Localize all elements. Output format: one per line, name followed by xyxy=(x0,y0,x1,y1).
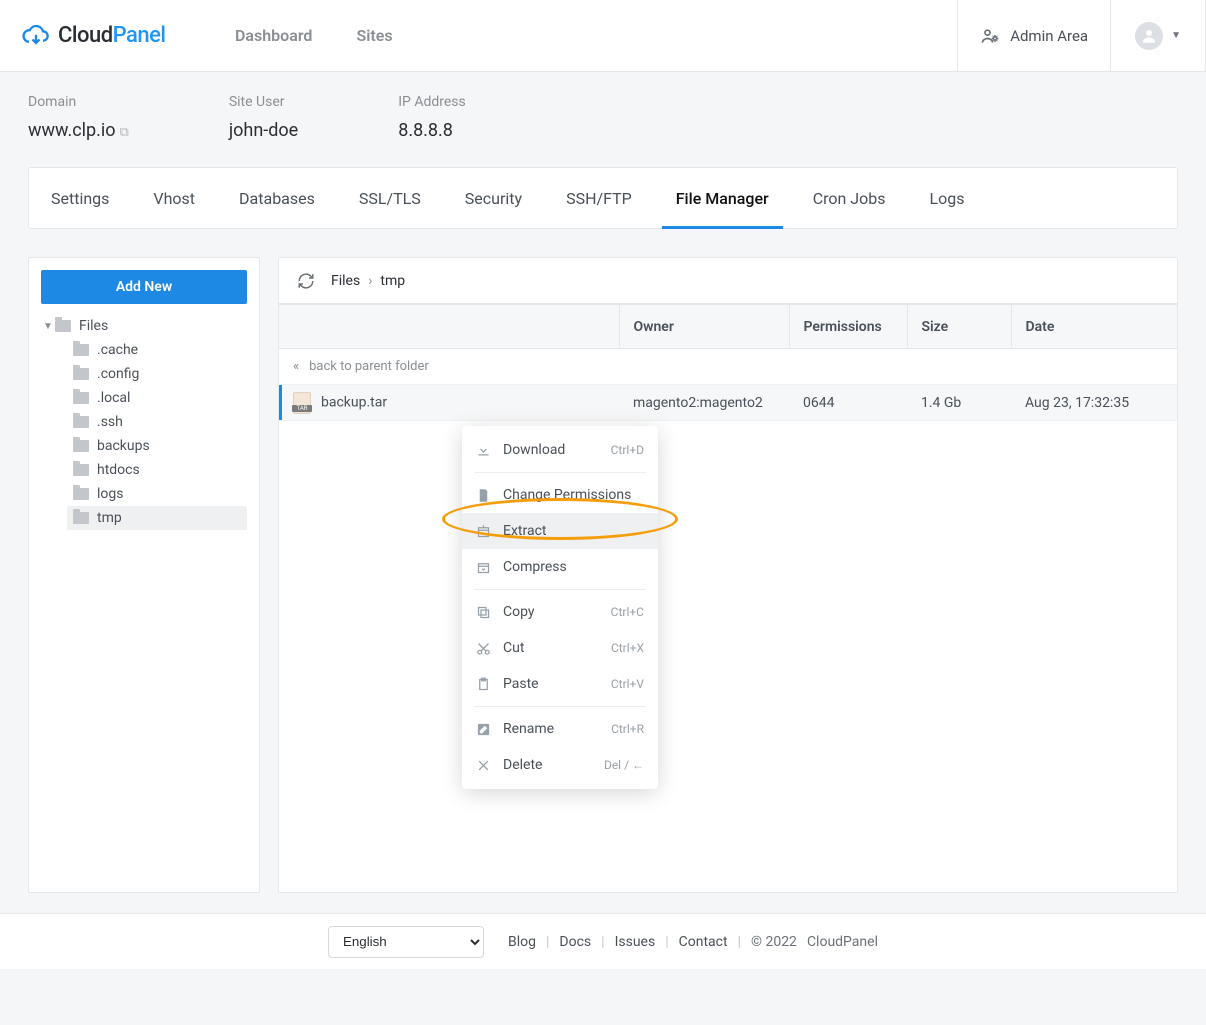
folder-icon xyxy=(73,464,89,476)
language-select[interactable]: English xyxy=(328,926,484,958)
tree-item-backups[interactable]: backups xyxy=(67,434,247,458)
col-owner[interactable]: Owner xyxy=(619,305,789,349)
col-date[interactable]: Date xyxy=(1011,305,1177,349)
file-table: Owner Permissions Size Date «back to par… xyxy=(279,304,1177,421)
crumb-files[interactable]: Files xyxy=(331,273,360,289)
site-tabs: Settings Vhost Databases SSL/TLS Securit… xyxy=(28,167,1178,229)
paste-icon xyxy=(476,677,491,692)
tree-item-config[interactable]: .config xyxy=(67,362,247,386)
folder-icon xyxy=(73,368,89,380)
footer-docs[interactable]: Docs xyxy=(559,934,591,950)
cut-icon xyxy=(476,641,491,656)
ctx-download[interactable]: DownloadCtrl+D xyxy=(462,432,658,468)
context-menu: DownloadCtrl+D Change Permissions Extrac… xyxy=(462,426,658,789)
brand-text: CloudPanel xyxy=(58,23,166,48)
chevron-down-icon: ▼ xyxy=(1171,30,1181,41)
crumb-tmp[interactable]: tmp xyxy=(380,273,405,289)
file-tree-sidebar: Add New ▼ Files .cache .config .local .s… xyxy=(28,257,260,893)
site-info: Domain www.clp.io⧉ Site User john-doe IP… xyxy=(28,94,1178,141)
col-name[interactable] xyxy=(279,305,619,349)
ctx-change-permissions[interactable]: Change Permissions xyxy=(462,477,658,513)
tree-root[interactable]: ▼ Files xyxy=(41,314,247,338)
rename-icon xyxy=(476,722,491,737)
footer-copyright: © 2022 xyxy=(751,934,797,950)
external-link-icon: ⧉ xyxy=(120,125,129,140)
folder-icon xyxy=(73,440,89,452)
tree-item-htdocs[interactable]: htdocs xyxy=(67,458,247,482)
ctx-rename[interactable]: RenameCtrl+R xyxy=(462,711,658,747)
tab-ssh[interactable]: SSH/FTP xyxy=(544,168,654,228)
folder-icon xyxy=(73,416,89,428)
ctx-delete[interactable]: DeleteDel / ← xyxy=(462,747,658,783)
domain-label: Domain xyxy=(28,94,129,110)
tree-item-tmp[interactable]: tmp xyxy=(67,506,247,530)
tree-item-ssh[interactable]: .ssh xyxy=(67,410,247,434)
chevron-down-icon: ▼ xyxy=(41,321,55,332)
footer-issues[interactable]: Issues xyxy=(615,934,656,950)
tar-file-icon xyxy=(293,392,311,414)
folder-icon xyxy=(73,392,89,404)
tab-vhost[interactable]: Vhost xyxy=(131,168,217,228)
back-to-parent-row[interactable]: «back to parent folder xyxy=(279,349,1177,385)
folder-icon xyxy=(55,320,71,332)
ip-value: 8.8.8.8 xyxy=(398,120,466,141)
extract-icon xyxy=(476,524,491,539)
file-panel: Files › tmp Owner Permissions Size Date xyxy=(278,257,1178,893)
folder-icon xyxy=(73,488,89,500)
footer-blog[interactable]: Blog xyxy=(508,934,536,950)
double-chevron-left-icon: « xyxy=(293,359,299,374)
tab-logs[interactable]: Logs xyxy=(908,168,987,228)
add-new-button[interactable]: Add New xyxy=(41,270,247,304)
folder-icon xyxy=(73,512,89,524)
tab-databases[interactable]: Databases xyxy=(217,168,337,228)
chevron-right-icon: › xyxy=(368,273,372,289)
copy-icon xyxy=(476,605,491,620)
footer-contact[interactable]: Contact xyxy=(679,934,728,950)
ctx-compress[interactable]: Compress xyxy=(462,549,658,585)
tree-item-logs[interactable]: logs xyxy=(67,482,247,506)
compress-icon xyxy=(476,560,491,575)
footer-product: CloudPanel xyxy=(807,934,878,950)
footer: English Blog| Docs| Issues| Contact| © 2… xyxy=(0,913,1206,969)
user-menu[interactable]: ▼ xyxy=(1110,0,1206,71)
breadcrumb: Files › tmp xyxy=(331,273,405,289)
admin-gear-icon xyxy=(980,26,1000,46)
avatar-icon xyxy=(1135,22,1163,50)
top-bar: CloudPanel Dashboard Sites Admin Area ▼ xyxy=(0,0,1206,72)
folder-icon xyxy=(73,344,89,356)
tab-ssl[interactable]: SSL/TLS xyxy=(337,168,443,228)
tab-filemanager[interactable]: File Manager xyxy=(654,168,791,228)
delete-icon xyxy=(476,758,491,773)
ip-label: IP Address xyxy=(398,94,466,110)
siteuser-label: Site User xyxy=(229,94,298,110)
brand-logo[interactable]: CloudPanel xyxy=(0,0,235,71)
file-icon xyxy=(476,488,491,503)
nav-sites[interactable]: Sites xyxy=(356,26,392,45)
ctx-paste[interactable]: PasteCtrl+V xyxy=(462,666,658,702)
ctx-copy[interactable]: CopyCtrl+C xyxy=(462,594,658,630)
col-size[interactable]: Size xyxy=(907,305,1011,349)
tab-settings[interactable]: Settings xyxy=(29,168,131,228)
refresh-icon[interactable] xyxy=(297,272,315,290)
col-permissions[interactable]: Permissions xyxy=(789,305,907,349)
download-icon xyxy=(476,443,491,458)
siteuser-value: john-doe xyxy=(229,120,298,141)
nav-dashboard[interactable]: Dashboard xyxy=(235,26,312,45)
tree-item-cache[interactable]: .cache xyxy=(67,338,247,362)
ctx-extract[interactable]: Extract xyxy=(462,513,658,549)
primary-nav: Dashboard Sites xyxy=(235,0,437,71)
domain-value[interactable]: www.clp.io⧉ xyxy=(28,120,129,141)
file-row-backup[interactable]: backup.tar magento2:magento2 0644 1.4 Gb… xyxy=(279,385,1177,421)
tree-item-local[interactable]: .local xyxy=(67,386,247,410)
cloud-logo-icon xyxy=(22,22,50,50)
tab-cron[interactable]: Cron Jobs xyxy=(791,168,908,228)
tab-security[interactable]: Security xyxy=(443,168,544,228)
ctx-cut[interactable]: CutCtrl+X xyxy=(462,630,658,666)
admin-area-link[interactable]: Admin Area xyxy=(957,0,1110,71)
